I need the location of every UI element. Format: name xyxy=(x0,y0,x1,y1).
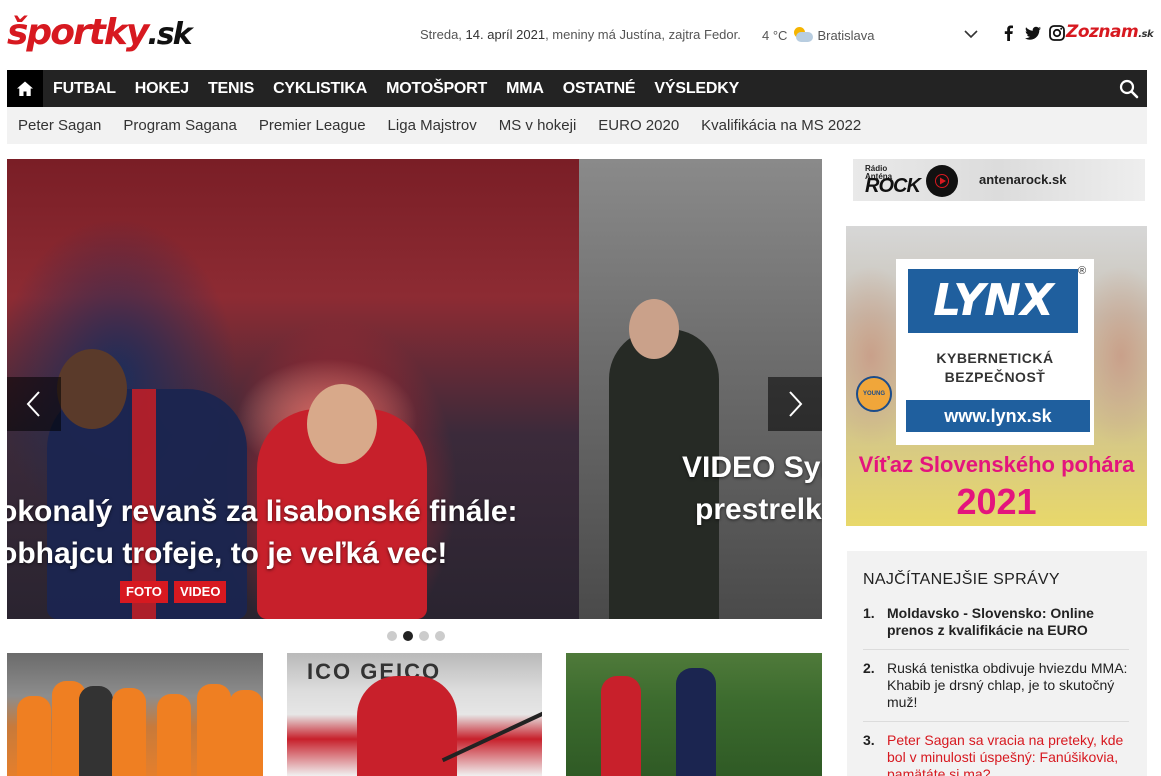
lynx-year: 2021 xyxy=(956,481,1037,522)
team-badge: YOUNG xyxy=(856,376,892,412)
lynx-ad-banner[interactable]: YOUNG LYNX ® KYBERNETICKÁ BEZPEČNOSŤ www… xyxy=(846,226,1147,526)
lynx-tagline-line: KYBERNETICKÁ xyxy=(936,350,1054,366)
slide-headline-line: okonalý revanš za lisabonské finále: xyxy=(7,495,518,528)
player-figure xyxy=(229,690,263,776)
instagram-icon[interactable] xyxy=(1048,24,1066,42)
slide-headline-line: obhajcu trofeje, to je veľká vec! xyxy=(7,537,448,570)
slider-prev-button[interactable] xyxy=(7,377,61,431)
weather-city: Bratislava xyxy=(817,27,875,43)
subnav-item-program-sagana[interactable]: Program Sagana xyxy=(123,117,236,134)
search-icon[interactable] xyxy=(1119,79,1139,99)
video-tag[interactable]: VIDEO xyxy=(174,581,227,603)
player-head xyxy=(57,349,127,429)
item-number: 1. xyxy=(863,605,875,621)
social-links xyxy=(1000,24,1066,42)
slide-headline-next[interactable]: VIDEO Syr prestrelk xyxy=(682,447,822,531)
radio-url: antenarock.sk xyxy=(979,172,1067,187)
radio-name: ROCK xyxy=(865,175,921,197)
slider-dot[interactable] xyxy=(419,631,429,641)
item-number: 3. xyxy=(863,732,875,748)
most-read-box: NAJČÍTANEJŠIE SPRÁVY 1. Moldavsko - Slov… xyxy=(847,551,1147,776)
item-headline[interactable]: Ruská tenistka obdivuje hviezdu MMA: Kha… xyxy=(887,660,1129,711)
nav-item-motosport[interactable]: MOTOŠPORT xyxy=(386,80,487,98)
player-figure xyxy=(112,688,146,776)
foto-tag[interactable]: FOTO xyxy=(120,581,168,603)
home-icon xyxy=(17,81,33,96)
nav-item-tenis[interactable]: TENIS xyxy=(208,80,254,98)
player-figure xyxy=(676,668,716,776)
article-thumbnail-hockey[interactable]: ICO GEICO xyxy=(287,653,542,776)
most-read-title: NAJČÍTANEJŠIE SPRÁVY xyxy=(863,571,1060,588)
most-read-item[interactable]: 3. Peter Sagan sa vracia na preteky, kde… xyxy=(863,732,1129,776)
article-thumbnail-futsal[interactable] xyxy=(7,653,263,776)
coach-figure xyxy=(79,686,113,776)
lynx-logo: LYNX xyxy=(908,269,1078,333)
main-navigation: FUTBAL HOKEJ TENIS CYKLISTIKA MOTOŠPORT … xyxy=(7,70,1147,107)
player-figure xyxy=(17,696,51,776)
facebook-icon[interactable] xyxy=(1000,24,1018,42)
nav-item-futbal[interactable]: FUTBAL xyxy=(53,80,116,98)
temperature: 4 °C xyxy=(762,27,788,43)
weather-widget: 4 °C Bratislava xyxy=(762,27,875,43)
lynx-caption: Víťaz Slovenského pohára xyxy=(858,452,1135,477)
date-prefix: Streda, xyxy=(420,27,462,42)
slider-dot-active[interactable] xyxy=(403,631,413,641)
slider-next-button[interactable] xyxy=(768,377,822,431)
slide-headline-line: VIDEO Syr xyxy=(682,451,822,484)
item-number: 2. xyxy=(863,660,875,676)
sub-navigation: Peter Sagan Program Sagana Premier Leagu… xyxy=(7,107,1147,144)
chevron-down-icon[interactable] xyxy=(963,26,979,42)
subnav-item-kvalifikacia[interactable]: Kvalifikácia na MS 2022 xyxy=(701,117,861,134)
item-headline[interactable]: Moldavsko - Slovensko: Online prenos z k… xyxy=(887,605,1129,639)
chevron-left-icon xyxy=(26,391,40,417)
site-logo[interactable]: športky.sk xyxy=(7,8,193,60)
slider-dots xyxy=(387,631,445,641)
radio-ad-banner[interactable]: Rádio Anténa ROCK antenarock.sk xyxy=(853,159,1145,201)
player-figure xyxy=(157,694,191,776)
nav-item-hokej[interactable]: HOKEJ xyxy=(135,80,189,98)
partner-suffix: .sk xyxy=(1138,29,1154,40)
lynx-card: LYNX ® KYBERNETICKÁ BEZPEČNOSŤ www.lynx.… xyxy=(896,259,1094,445)
subnav-item-ms-v-hokeji[interactable]: MS v hokeji xyxy=(499,117,577,134)
lynx-url: www.lynx.sk xyxy=(906,400,1090,432)
slider-dot[interactable] xyxy=(435,631,445,641)
date-value: 14. apríl 2021 xyxy=(465,27,546,42)
article-thumbnail-football[interactable] xyxy=(566,653,822,776)
twitter-icon[interactable] xyxy=(1024,24,1042,42)
item-headline[interactable]: Peter Sagan sa vracia na preteky, kde bo… xyxy=(887,732,1129,776)
subnav-item-euro-2020[interactable]: EURO 2020 xyxy=(598,117,679,134)
slide-headline[interactable]: okonalý revanš za lisabonské finále: obh… xyxy=(7,491,518,575)
zoznam-logo[interactable]: Zoznam.sk xyxy=(1066,22,1154,42)
lynx-tagline: KYBERNETICKÁ BEZPEČNOSŤ xyxy=(896,349,1094,387)
nav-item-ostatne[interactable]: OSTATNÉ xyxy=(563,80,636,98)
most-read-item[interactable]: 2. Ruská tenistka obdivuje hviezdu MMA: … xyxy=(863,660,1129,722)
lynx-tagline-line: BEZPEČNOSŤ xyxy=(944,369,1046,385)
logo-main: športky xyxy=(7,12,149,53)
most-read-item[interactable]: 1. Moldavsko - Slovensko: Online prenos … xyxy=(863,605,1129,650)
play-icon[interactable] xyxy=(926,165,958,197)
partly-cloudy-icon xyxy=(791,27,814,43)
nav-item-mma[interactable]: MMA xyxy=(506,80,544,98)
subnav-item-premier-league[interactable]: Premier League xyxy=(259,117,366,134)
home-button[interactable] xyxy=(7,70,43,107)
nav-item-vysledky[interactable]: VÝSLEDKY xyxy=(654,80,739,98)
player-head xyxy=(307,384,377,464)
coach-head xyxy=(629,299,679,359)
slider-dot[interactable] xyxy=(387,631,397,641)
partner-main: Zoznam xyxy=(1066,22,1139,42)
slide-headline-line: prestrelk xyxy=(695,493,822,526)
top-bar: športky.sk Streda, 14. apríl 2021, menin… xyxy=(0,0,1161,70)
registered-mark: ® xyxy=(1078,265,1087,277)
subnav-item-liga-majstrov[interactable]: Liga Majstrov xyxy=(388,117,477,134)
nav-item-cyklistika[interactable]: CYKLISTIKA xyxy=(273,80,367,98)
nameday-text: , meniny má Justína, zajtra Fedor. xyxy=(545,27,741,42)
player-figure xyxy=(197,684,231,776)
subnav-item-peter-sagan[interactable]: Peter Sagan xyxy=(18,117,101,134)
featured-slider: okonalý revanš za lisabonské finále: obh… xyxy=(7,159,822,619)
logo-suffix: .sk xyxy=(147,17,192,52)
chevron-right-icon xyxy=(789,391,803,417)
player-figure xyxy=(601,676,641,776)
most-read-list: 1. Moldavsko - Slovensko: Online prenos … xyxy=(863,605,1129,776)
date-line: Streda, 14. apríl 2021, meniny má Justín… xyxy=(420,27,741,42)
